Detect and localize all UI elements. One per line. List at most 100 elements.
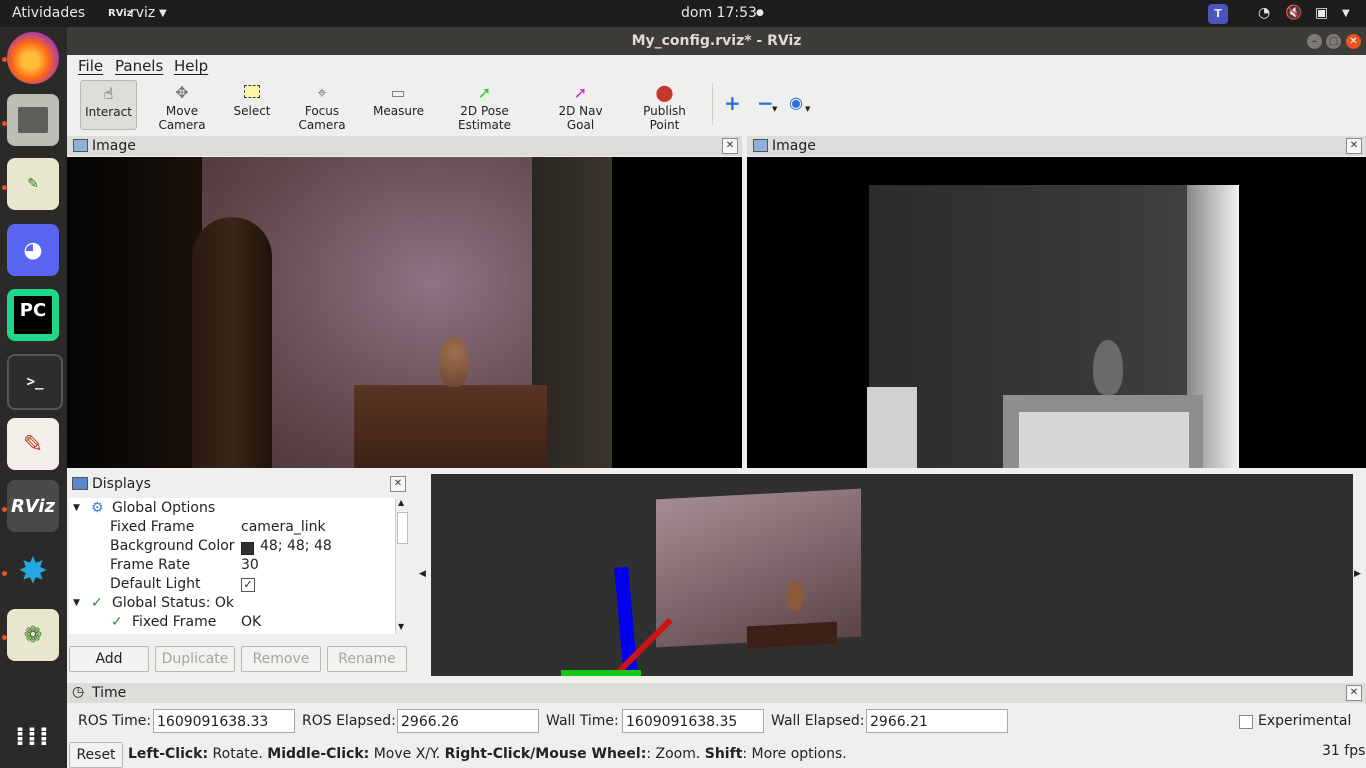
chevron-down-icon[interactable]: ▼: [772, 105, 777, 113]
title-bar: My_config.rviz* - RViz – □ ✕: [67, 27, 1366, 55]
close-icon[interactable]: ✕: [1346, 34, 1361, 49]
menu-file[interactable]: File: [78, 57, 103, 75]
window-title: My_config.rviz* - RViz: [631, 33, 802, 49]
gedit-plugin-icon[interactable]: ✎: [7, 158, 59, 210]
rename-button[interactable]: Rename: [327, 646, 407, 672]
files-icon[interactable]: [7, 94, 59, 146]
battery-icon[interactable]: ▣: [1315, 0, 1328, 27]
paint-splash-icon[interactable]: ✸: [7, 545, 59, 597]
wall-time-field[interactable]: 1609091638.35: [622, 709, 764, 733]
close-icon[interactable]: ✕: [390, 476, 406, 492]
point-cloud-box: [747, 621, 837, 649]
displays-header: Displays ✕: [67, 474, 409, 494]
tree-row-status-fixed-frame[interactable]: ✓ Fixed Frame OK: [69, 613, 397, 632]
tree-row-default-light[interactable]: Default Light ✓: [69, 575, 397, 594]
rviz-icon[interactable]: RViz: [7, 480, 59, 532]
tree-row-background-color[interactable]: Background Color 48; 48; 48: [69, 537, 397, 556]
3d-render-view[interactable]: [431, 474, 1353, 676]
row-value[interactable]: 48; 48; 48: [260, 537, 332, 556]
guitar: [192, 217, 272, 468]
close-icon[interactable]: ✕: [1346, 685, 1362, 701]
ros-elapsed-field[interactable]: 2966.26: [397, 709, 539, 733]
scroll-down-icon[interactable]: ▼: [398, 622, 404, 631]
tool-interact[interactable]: ☝ Interact: [80, 80, 137, 130]
ros-elapsed-label: ROS Elapsed:: [302, 713, 396, 729]
menu-help[interactable]: Help: [174, 57, 208, 75]
image-panel-left-header: Image ✕: [67, 136, 742, 156]
top-bar: Atividades RViz rviz ▼ dom 17:53 ● T ◔ 🔇…: [0, 0, 1366, 27]
app-menu[interactable]: rviz: [130, 0, 155, 27]
chevron-down-icon[interactable]: ▼: [73, 499, 80, 518]
firefox-icon[interactable]: [7, 32, 59, 84]
text-editor-icon[interactable]: ✎: [7, 418, 59, 470]
wifi-icon[interactable]: ◔: [1258, 0, 1270, 27]
experimental-checkbox[interactable]: [1239, 715, 1253, 729]
ros-time-field[interactable]: 1609091638.33: [153, 709, 295, 733]
tool-publish-point[interactable]: ⬤ Publish Point: [628, 80, 701, 132]
tree-row-global-status[interactable]: ▼ ✓ Global Status: Ok: [69, 594, 397, 613]
chevron-down-icon: ▼: [159, 8, 167, 19]
tree-row-global-options[interactable]: ▼ ⚙ Global Options: [69, 499, 397, 518]
minimize-icon[interactable]: –: [1307, 34, 1322, 49]
image-panel-icon: [753, 139, 768, 152]
depth-camera-view[interactable]: [747, 157, 1366, 468]
hint-text: : More options.: [742, 746, 847, 762]
panel-title: Time: [92, 685, 127, 701]
activities-button[interactable]: Atividades: [12, 0, 85, 27]
chevron-down-icon[interactable]: ▼: [805, 105, 810, 113]
tool-label: 2D Nav Goal: [558, 104, 603, 132]
tree-row-frame-rate[interactable]: Frame Rate 30: [69, 556, 397, 575]
volume-muted-icon[interactable]: 🔇: [1285, 0, 1302, 27]
chevron-down-icon[interactable]: ▼: [73, 594, 80, 613]
maximize-icon[interactable]: □: [1326, 34, 1341, 49]
hint-text: Rotate.: [208, 746, 268, 762]
eye-icon[interactable]: ◉: [789, 93, 803, 112]
select-box-icon: [232, 82, 272, 104]
pycharm-icon[interactable]: PC: [7, 289, 59, 341]
tool-focus-camera[interactable]: ⌖ Focus Camera: [283, 80, 361, 132]
tool-label: Focus Camera: [298, 104, 346, 132]
collapse-right-icon[interactable]: ▶: [1354, 569, 1361, 579]
terminal-icon[interactable]: >_: [7, 354, 63, 410]
duplicate-button[interactable]: Duplicate: [155, 646, 235, 672]
reset-button[interactable]: Reset: [69, 742, 123, 768]
menu-panels[interactable]: Panels: [115, 57, 163, 75]
tree-row-fixed-frame[interactable]: Fixed Frame camera_link: [69, 518, 397, 537]
remove-button[interactable]: Remove: [241, 646, 321, 672]
discord-icon[interactable]: ◕: [7, 224, 59, 276]
tool-measure[interactable]: ▭ Measure: [373, 80, 424, 128]
clock[interactable]: dom 17:53: [681, 0, 757, 27]
tool-2d-nav-goal[interactable]: ➚ 2D Nav Goal: [546, 80, 615, 132]
axis-y: [561, 670, 641, 676]
add-tool-icon[interactable]: +: [724, 91, 741, 115]
image-viewer-icon[interactable]: ❁: [7, 609, 59, 661]
check-icon: ✓: [91, 595, 103, 611]
wall-elapsed-field[interactable]: 2966.21: [866, 709, 1008, 733]
color-swatch[interactable]: [241, 542, 254, 555]
scroll-up-icon[interactable]: ▲: [398, 498, 404, 507]
tool-select[interactable]: Select: [232, 80, 272, 128]
displays-panel: Displays ✕ ▼ ⚙ Global Options Fixed Fram…: [67, 474, 409, 679]
add-button[interactable]: Add: [69, 646, 149, 672]
hint-text: Move X/Y.: [369, 746, 445, 762]
hint-key: Left-Click:: [128, 746, 209, 762]
wooden-box: [354, 385, 547, 468]
close-icon[interactable]: ✕: [722, 138, 738, 154]
checkbox[interactable]: ✓: [241, 578, 255, 592]
tree-scrollbar[interactable]: ▲ ▼: [395, 498, 408, 634]
row-label: Fixed Frame: [132, 614, 217, 630]
teams-tray-icon[interactable]: T: [1208, 4, 1228, 24]
system-menu-chevron-icon[interactable]: ▼: [1342, 0, 1350, 27]
hint-key: Middle-Click:: [267, 746, 370, 762]
tool-move-camera[interactable]: ✥ Move Camera: [144, 80, 220, 132]
collapse-left-icon[interactable]: ◀: [419, 569, 426, 579]
row-value[interactable]: camera_link: [241, 518, 326, 537]
tool-2d-pose-estimate[interactable]: ➚ 2D Pose Estimate: [436, 80, 533, 132]
rgb-camera-view[interactable]: [67, 157, 742, 468]
show-applications-icon[interactable]: ⁞⁞⁞: [7, 711, 59, 763]
panel-title: Image: [772, 138, 816, 154]
tool-label: Publish Point: [643, 104, 686, 132]
close-icon[interactable]: ✕: [1346, 138, 1362, 154]
row-value[interactable]: 30: [241, 556, 259, 575]
scrollbar-thumb[interactable]: [397, 512, 408, 544]
